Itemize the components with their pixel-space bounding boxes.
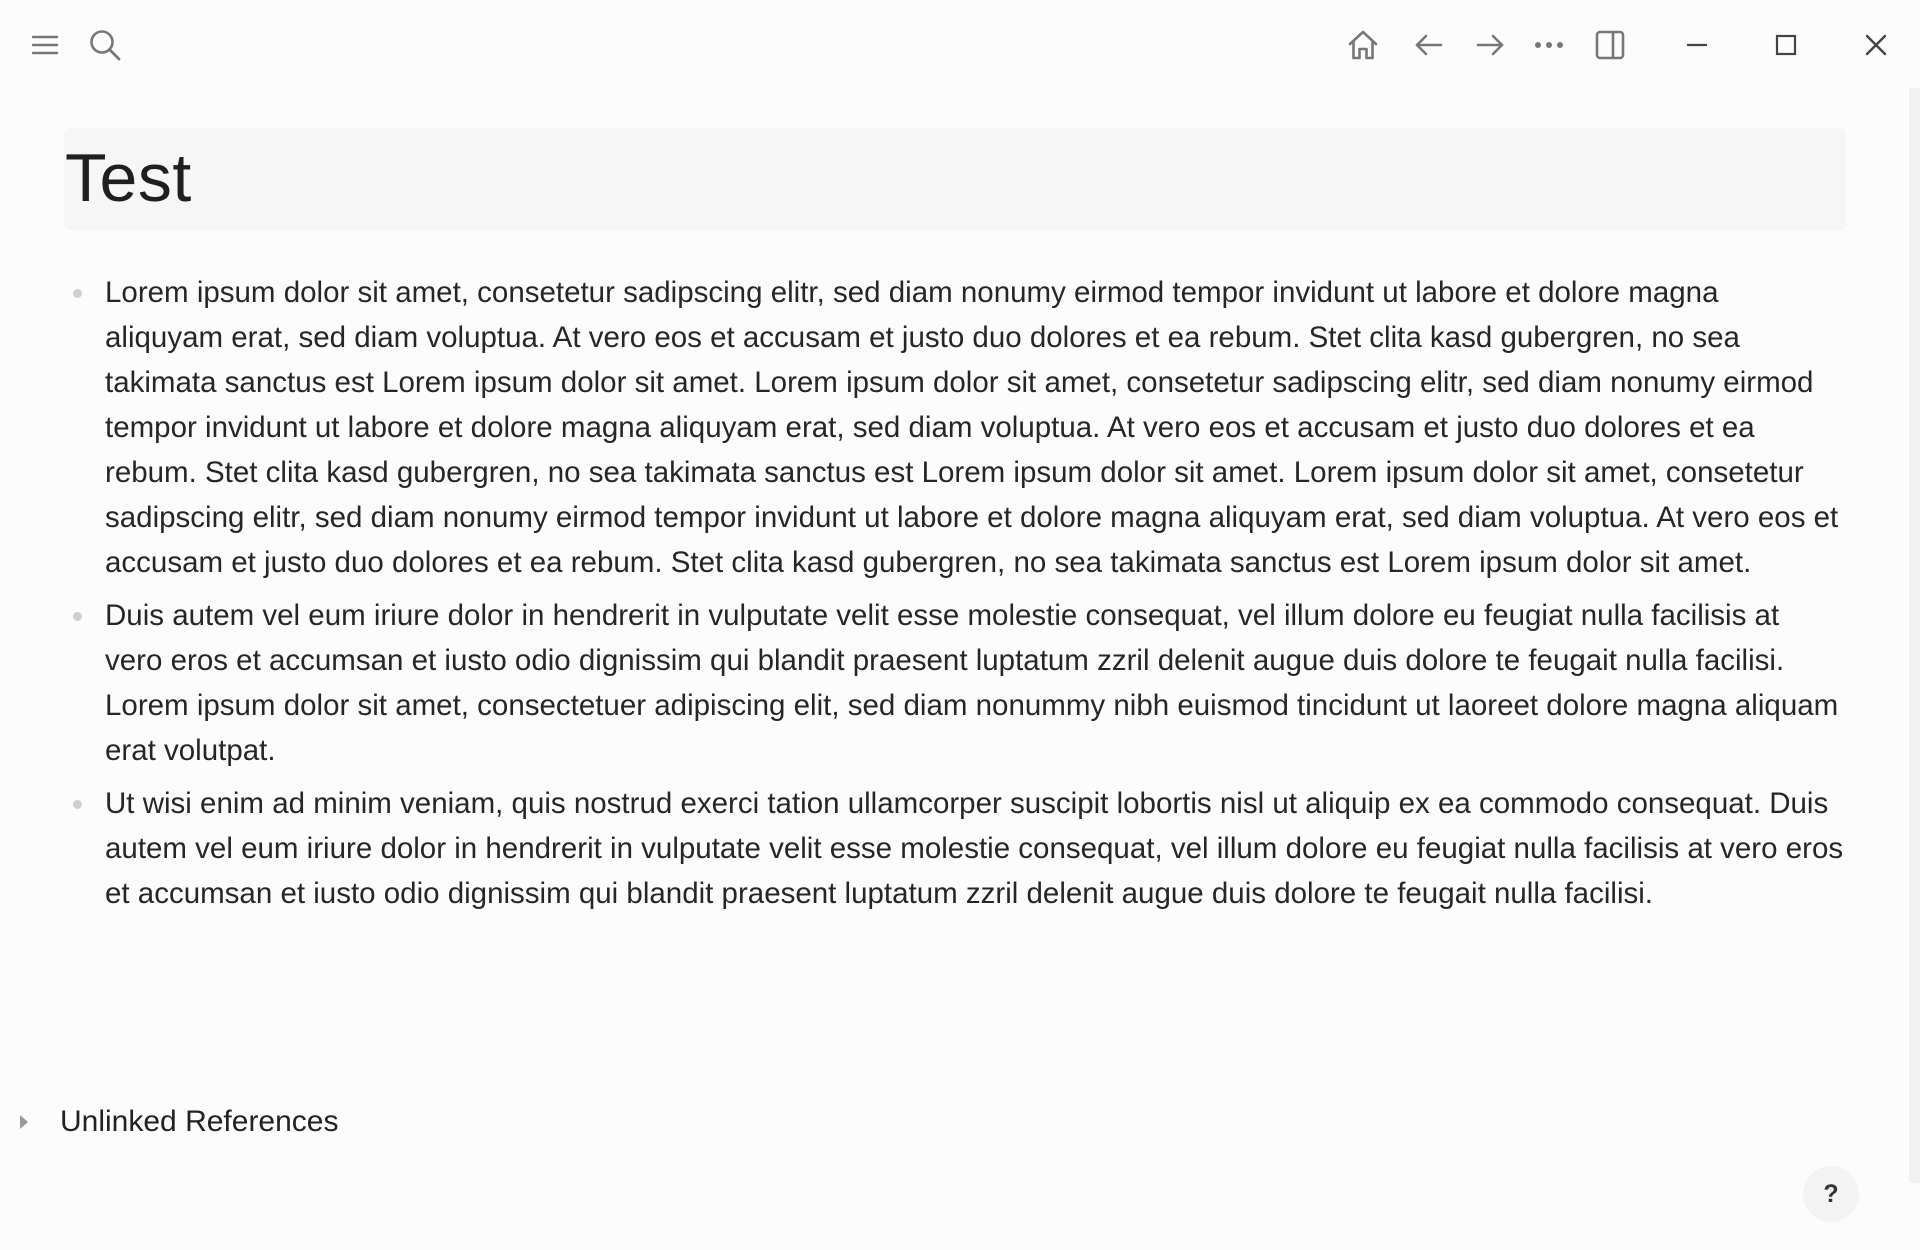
minimize-icon[interactable]: [1672, 20, 1722, 70]
block-content[interactable]: Duis autem vel eum iriure dolor in hendr…: [105, 593, 1844, 773]
block-bullet[interactable]: [73, 800, 82, 809]
more-horizontal-icon[interactable]: [1524, 20, 1574, 70]
list-item: Lorem ipsum dolor sit amet, consetetur s…: [64, 270, 1844, 585]
block-content[interactable]: Ut wisi enim ad minim veniam, quis nostr…: [105, 781, 1844, 916]
help-button[interactable]: ?: [1803, 1166, 1859, 1222]
app-window: Test Lorem ipsum dolor sit amet, consete…: [0, 0, 1920, 1250]
block-content[interactable]: Lorem ipsum dolor sit amet, consetetur s…: [105, 270, 1844, 585]
hamburger-menu-icon[interactable]: [20, 20, 70, 70]
page-title-container[interactable]: Test: [64, 128, 1846, 230]
list-item: Ut wisi enim ad minim veniam, quis nostr…: [64, 781, 1844, 916]
home-icon[interactable]: [1338, 20, 1388, 70]
unlinked-references-label: Unlinked References: [60, 1105, 339, 1138]
top-bar: [0, 0, 1920, 90]
caret-right-icon: [20, 1115, 28, 1129]
arrow-left-icon[interactable]: [1404, 20, 1454, 70]
maximize-icon[interactable]: [1761, 20, 1811, 70]
unlinked-references-toggle[interactable]: Unlinked References: [16, 1100, 338, 1144]
list-item: Duis autem vel eum iriure dolor in hendr…: [64, 593, 1844, 773]
block-bullet[interactable]: [73, 612, 82, 621]
block-bullet[interactable]: [73, 289, 82, 298]
scrollbar[interactable]: [1909, 88, 1920, 1183]
arrow-right-icon[interactable]: [1465, 20, 1515, 70]
page-title[interactable]: Test: [65, 140, 192, 216]
close-icon[interactable]: [1851, 20, 1901, 70]
search-icon[interactable]: [80, 20, 130, 70]
toggle-right-sidebar-icon[interactable]: [1585, 20, 1635, 70]
block-list: Lorem ipsum dolor sit amet, consetetur s…: [64, 270, 1844, 924]
